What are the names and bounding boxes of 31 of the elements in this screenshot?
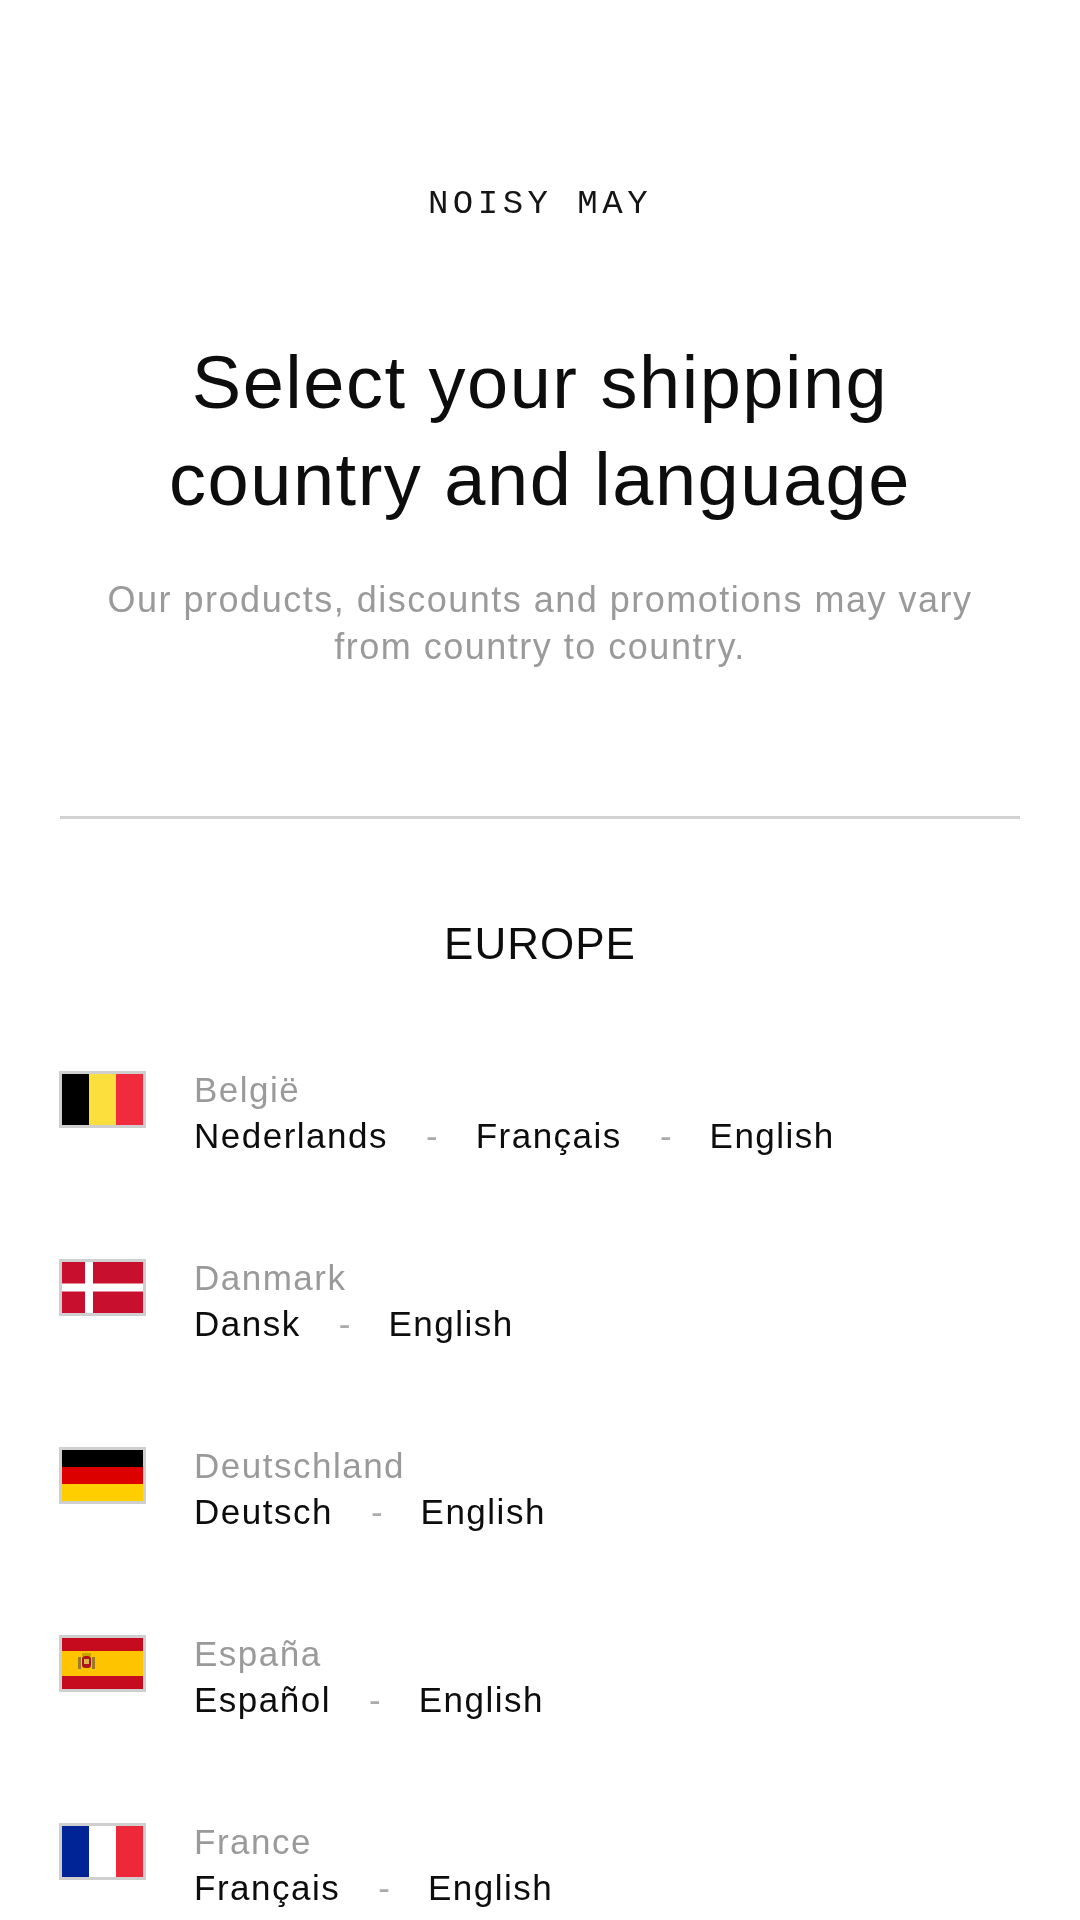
language-link[interactable]: Dansk — [194, 1301, 301, 1347]
country-name: España — [194, 1633, 322, 1675]
country-name: Deutschland — [194, 1445, 406, 1487]
language-link[interactable]: Nederlands — [194, 1113, 388, 1159]
brand-logo: NOISY MAY — [427, 184, 653, 224]
germany-flag-icon — [59, 1447, 146, 1504]
region-heading: EUROPE — [444, 919, 636, 969]
page-heading: Select your shipping country and language — [168, 340, 912, 523]
language-link[interactable]: English — [418, 1677, 544, 1723]
language-link[interactable]: English — [388, 1301, 514, 1347]
denmark-flag-icon — [59, 1259, 146, 1316]
language-link[interactable]: Deutsch — [194, 1489, 333, 1535]
separator: - — [659, 1115, 672, 1157]
country-name: België — [194, 1069, 301, 1111]
france-flag-icon — [59, 1823, 146, 1880]
language-link[interactable]: Français — [194, 1865, 341, 1911]
separator: - — [338, 1303, 351, 1345]
separator: - — [378, 1867, 390, 1909]
subtitle-text: Our products, discounts and promotions may vary from country to country. — [106, 578, 974, 669]
country-name: Danmark — [194, 1257, 347, 1299]
separator: - — [370, 1491, 383, 1533]
spain-flag-icon — [59, 1635, 146, 1692]
language-link[interactable]: Français — [475, 1113, 622, 1159]
separator: - — [426, 1115, 438, 1157]
language-link[interactable]: English — [420, 1489, 546, 1535]
belgium-flag-icon — [59, 1071, 146, 1128]
language-link[interactable]: English — [427, 1865, 554, 1911]
language-link[interactable]: English — [709, 1113, 835, 1159]
language-link[interactable]: Español — [194, 1677, 331, 1723]
separator: - — [369, 1679, 381, 1721]
country-name: France — [194, 1821, 312, 1863]
